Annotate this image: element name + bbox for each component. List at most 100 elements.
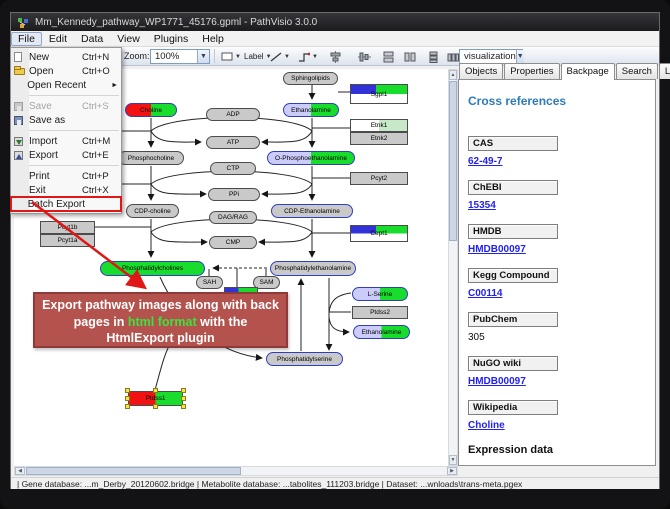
file-menu-item-new[interactable]: NewCtrl+N	[11, 50, 121, 64]
node-cept1[interactable]: Cept1	[350, 225, 408, 242]
node-pcyt2[interactable]: Pcyt2	[350, 172, 408, 185]
node-label: Choline	[140, 107, 162, 114]
node-phosphatidylserine[interactable]: Phosphatidylserine	[266, 352, 343, 366]
xref-link[interactable]: 62-49-7	[468, 156, 647, 167]
file-menu-item-import[interactable]: ImportCtrl+M	[11, 134, 121, 148]
line-icon	[270, 52, 282, 62]
menu-view[interactable]: View	[110, 32, 147, 46]
zoom-combobox[interactable]: 100% ▼	[150, 49, 210, 64]
node-dag-rag[interactable]: DAG/RAG	[209, 211, 257, 224]
menu-data[interactable]: Data	[74, 32, 110, 46]
node-phosphocholine[interactable]: Phosphocholine	[118, 151, 184, 165]
file-menu-item-save[interactable]: SaveCtrl+S	[11, 99, 121, 113]
connector-tool-button[interactable]: ▼	[295, 49, 321, 64]
node-ctp[interactable]: CTP	[210, 162, 256, 175]
node-cdp-ethanolamine[interactable]: CDP-Ethanolamine	[271, 204, 353, 218]
xref-database-header-wikipedia: Wikipedia	[468, 400, 558, 415]
node-phosphatidylethanolamine[interactable]: Phosphatidylethanolamine	[270, 261, 356, 276]
canvas-vertical-scrollbar[interactable]: ▲ ▼	[448, 69, 458, 466]
file-menu-item-save-as[interactable]: Save as	[11, 113, 121, 127]
common-width-button[interactable]	[379, 49, 398, 64]
menu-file[interactable]: File	[11, 32, 42, 46]
node-label: CDP-choline	[134, 208, 171, 215]
node-sah[interactable]: SAH	[196, 276, 223, 289]
scroll-left-arrow-icon[interactable]: ◀	[15, 467, 25, 475]
file-menu-item-batch-export[interactable]: Batch Export	[11, 197, 121, 211]
node-ptdss2[interactable]: Ptdss2	[352, 306, 408, 319]
xref-link[interactable]: Choline	[468, 420, 647, 431]
chevron-down-icon: ▼	[516, 50, 524, 63]
menu-plugins[interactable]: Plugins	[147, 32, 195, 46]
selection-handle[interactable]	[153, 388, 158, 393]
scroll-right-arrow-icon[interactable]: ▶	[447, 467, 457, 475]
visualization-combobox[interactable]: visualization ▼	[459, 49, 523, 64]
selection-handle[interactable]	[125, 404, 130, 409]
xref-database-header-cas: CAS	[468, 136, 558, 151]
line-tool-button[interactable]: ▼	[267, 49, 293, 64]
node-atp[interactable]: ATP	[206, 136, 260, 149]
common-height-icon	[404, 51, 417, 63]
node-label: Phosphatidylcholines	[122, 265, 183, 272]
xref-link[interactable]: HMDB00097	[468, 376, 647, 387]
node-label: CMP	[226, 239, 240, 246]
stack-vertical-button[interactable]	[424, 49, 443, 64]
node-pcyt1b[interactable]: Pcyt1b	[40, 221, 95, 234]
node-label: PPi	[229, 191, 239, 198]
node-label: Sgpl1	[371, 91, 388, 98]
menu-edit[interactable]: Edit	[42, 32, 74, 46]
node-ethanolamine[interactable]: Ethanolamine	[283, 103, 339, 117]
file-menu-item-exit[interactable]: ExitCtrl+X	[11, 183, 121, 197]
align-vertical-center-button[interactable]	[355, 49, 374, 64]
selection-handle[interactable]	[125, 388, 130, 393]
menu-shortcut: Ctrl+O	[82, 66, 118, 77]
file-menu-item-open-recent[interactable]: Open Recent►	[11, 78, 121, 92]
node-sgpl1[interactable]: Sgpl1	[350, 84, 408, 104]
node-choline[interactable]: Choline	[125, 103, 177, 117]
selection-handle[interactable]	[181, 396, 186, 401]
xref-link[interactable]: C00114	[468, 288, 647, 299]
selection-handle[interactable]	[153, 404, 158, 409]
scroll-down-arrow-icon[interactable]: ▼	[449, 455, 457, 465]
canvas-horizontal-scrollbar[interactable]: ◀ ▶	[14, 466, 458, 476]
node-label: Etnk2	[371, 135, 388, 142]
align-horizontal-center-button[interactable]	[326, 49, 345, 64]
tab-properties[interactable]: Properties	[504, 63, 559, 79]
menu-shortcut: Ctrl+X	[82, 185, 118, 196]
node-label: Ethanolamine	[362, 329, 402, 336]
node-ppi[interactable]: PPi	[208, 188, 260, 201]
node-ptdss1[interactable]: Ptdss1	[128, 391, 183, 406]
xref-link[interactable]: 15354	[468, 200, 647, 211]
node-o-phosphoethanolamine[interactable]: O-Phosphoethanolamine	[267, 151, 355, 165]
tab-backpage[interactable]: Backpage	[561, 63, 615, 80]
common-height-button[interactable]	[401, 49, 420, 64]
file-menu: NewCtrl+NOpenCtrl+OOpen Recent► SaveCtrl+…	[10, 47, 122, 214]
file-menu-item-export[interactable]: ExportCtrl+E	[11, 148, 121, 162]
file-menu-item-open[interactable]: OpenCtrl+O	[11, 64, 121, 78]
node-adp[interactable]: ADP	[206, 108, 260, 121]
menu-shortcut: Ctrl+E	[82, 150, 118, 161]
file-menu-item-print[interactable]: PrintCtrl+P	[11, 169, 121, 183]
tab-search[interactable]: Search	[616, 63, 658, 79]
menu-shortcut: Ctrl+P	[82, 171, 118, 182]
node-pcyt1a[interactable]: Pcyt1a	[40, 234, 95, 247]
node-cmp[interactable]: CMP	[209, 236, 257, 249]
scroll-up-arrow-icon[interactable]: ▲	[449, 70, 457, 80]
selection-handle[interactable]	[125, 396, 130, 401]
tab-legend[interactable]: Legend	[659, 63, 670, 79]
node-etnk2[interactable]: Etnk2	[350, 132, 408, 145]
node-l-serine[interactable]: L-Serine	[352, 287, 408, 301]
node-label: SAH	[203, 279, 216, 286]
selection-handle[interactable]	[181, 388, 186, 393]
xref-link[interactable]: HMDB00097	[468, 244, 647, 255]
node-etnk1[interactable]: Etnk1	[350, 119, 408, 132]
node-ethanolamine[interactable]: Ethanolamine	[353, 325, 410, 339]
node-phosphatidylcholines[interactable]: Phosphatidylcholines	[100, 261, 205, 276]
selection-handle[interactable]	[181, 404, 186, 409]
menu-help[interactable]: Help	[195, 32, 231, 46]
node-sphingolipids[interactable]: Sphingolipids	[283, 72, 338, 85]
cross-references-heading: Cross references	[468, 94, 647, 108]
tab-objects[interactable]: Objects	[459, 63, 503, 79]
node-cdp-choline[interactable]: CDP-choline	[126, 204, 179, 218]
vertical-scroll-thumb[interactable]	[449, 81, 457, 241]
horizontal-scroll-thumb[interactable]	[26, 467, 241, 475]
